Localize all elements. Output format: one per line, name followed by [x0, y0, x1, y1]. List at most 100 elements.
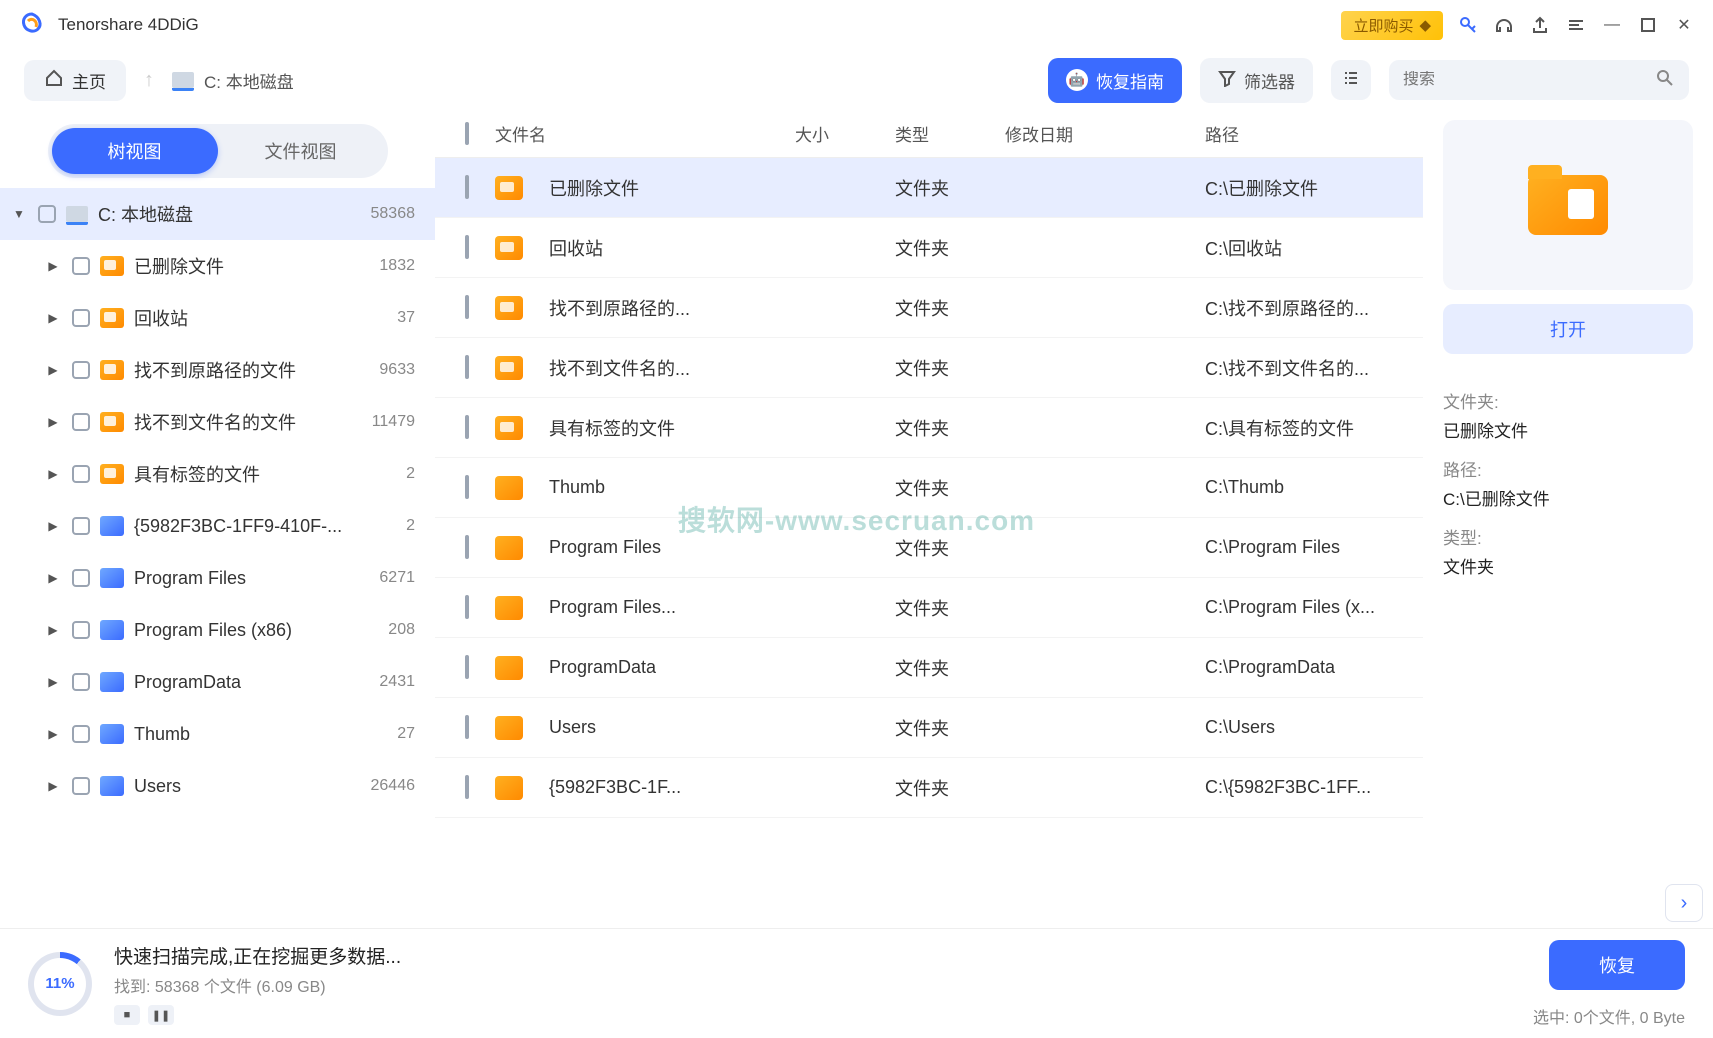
search-box[interactable] [1389, 60, 1689, 100]
tree-root[interactable]: ▼ C: 本地磁盘 58368 [0, 188, 435, 240]
pause-button[interactable]: ❚❚ [148, 1005, 174, 1025]
tree-item-count: 208 [388, 621, 415, 639]
checkbox[interactable] [72, 777, 90, 795]
checkbox[interactable] [72, 257, 90, 275]
view-mode-button[interactable] [1331, 60, 1371, 100]
home-button[interactable]: 主页 [24, 60, 126, 101]
chevron-right-icon[interactable]: ▶ [44, 311, 62, 325]
chevron-right-icon[interactable]: ▶ [44, 779, 62, 793]
chevron-right-icon[interactable]: ▶ [44, 519, 62, 533]
tree-item[interactable]: ▶具有标签的文件2 [0, 448, 435, 500]
chevron-down-icon[interactable]: ▼ [10, 207, 28, 221]
list-row[interactable]: ProgramData文件夹C:\ProgramData [435, 638, 1423, 698]
checkbox[interactable] [72, 465, 90, 483]
tree-item[interactable]: ▶找不到原路径的文件9633 [0, 344, 435, 396]
checkbox[interactable] [72, 569, 90, 587]
list-row[interactable]: Users文件夹C:\Users [435, 698, 1423, 758]
maximize-icon[interactable] [1637, 14, 1659, 36]
list-row[interactable]: Thumb文件夹C:\Thumb [435, 458, 1423, 518]
tab-file-view[interactable]: 文件视图 [218, 128, 384, 174]
checkbox[interactable] [465, 655, 469, 679]
checkbox[interactable] [38, 205, 56, 223]
checkbox[interactable] [465, 715, 469, 739]
tree-item[interactable]: ▶回收站37 [0, 292, 435, 344]
checkbox[interactable] [465, 535, 469, 559]
search-input[interactable] [1403, 71, 1645, 89]
chevron-right-icon[interactable]: ▶ [44, 467, 62, 481]
checkbox[interactable] [72, 621, 90, 639]
headphone-icon[interactable] [1493, 14, 1515, 36]
checkbox[interactable] [465, 235, 469, 259]
checkbox[interactable] [465, 595, 469, 619]
breadcrumb[interactable]: C: 本地磁盘 [172, 68, 294, 93]
row-type: 文件夹 [895, 775, 1005, 801]
tree-item-label: {5982F3BC-1FF9-410F-... [134, 516, 398, 537]
list-row[interactable]: Program Files文件夹C:\Program Files [435, 518, 1423, 578]
col-type[interactable]: 类型 [895, 121, 1005, 146]
menu-icon[interactable] [1565, 14, 1587, 36]
main-area: 搜软网-www.secruan.com 树视图 文件视图 ▼ C: 本地磁盘 5… [0, 110, 1713, 928]
key-icon[interactable] [1457, 14, 1479, 36]
tree-item[interactable]: ▶已删除文件1832 [0, 240, 435, 292]
checkbox[interactable] [465, 775, 469, 799]
list-row[interactable]: 找不到原路径的...文件夹C:\找不到原路径的... [435, 278, 1423, 338]
tree-item[interactable]: ▶Thumb27 [0, 708, 435, 760]
checkbox[interactable] [465, 175, 469, 199]
tree-item[interactable]: ▶ProgramData2431 [0, 656, 435, 708]
close-icon[interactable]: ✕ [1673, 14, 1695, 36]
checkbox-all[interactable] [465, 122, 469, 145]
recover-button[interactable]: 恢复 [1549, 940, 1685, 990]
checkbox[interactable] [465, 415, 469, 439]
checkbox[interactable] [72, 361, 90, 379]
recovery-guide-button[interactable]: 🤖 恢复指南 [1048, 58, 1182, 103]
checkbox[interactable] [72, 725, 90, 743]
open-button[interactable]: 打开 [1443, 304, 1693, 354]
tree-item[interactable]: ▶Users26446 [0, 760, 435, 812]
chevron-right-icon[interactable]: ▶ [44, 675, 62, 689]
progress-ring: 11% [28, 952, 92, 1016]
minimize-icon[interactable]: — [1601, 14, 1623, 36]
chevron-right-icon[interactable]: ▶ [44, 727, 62, 741]
list-row[interactable]: 具有标签的文件文件夹C:\具有标签的文件 [435, 398, 1423, 458]
tree-item[interactable]: ▶{5982F3BC-1FF9-410F-...2 [0, 500, 435, 552]
col-name[interactable]: 文件名 [495, 121, 795, 146]
tab-tree-view[interactable]: 树视图 [52, 128, 218, 174]
checkbox[interactable] [72, 673, 90, 691]
chevron-right-icon[interactable]: ▶ [44, 259, 62, 273]
checkbox[interactable] [465, 295, 469, 319]
col-size[interactable]: 大小 [795, 121, 895, 146]
folder-icon [495, 716, 523, 740]
list-row[interactable]: Program Files...文件夹C:\Program Files (x..… [435, 578, 1423, 638]
checkbox[interactable] [72, 309, 90, 327]
status-title: 快速扫描完成,正在挖掘更多数据... [114, 942, 401, 969]
filter-button[interactable]: 筛选器 [1200, 58, 1313, 103]
chevron-right-icon[interactable]: ▶ [44, 363, 62, 377]
tree-item[interactable]: ▶Program Files6271 [0, 552, 435, 604]
list-row[interactable]: {5982F3BC-1F...文件夹C:\{5982F3BC-1FF... [435, 758, 1423, 818]
folder-icon [495, 596, 523, 620]
share-icon[interactable] [1529, 14, 1551, 36]
chevron-right-icon[interactable]: ▶ [44, 415, 62, 429]
chevron-right-icon[interactable]: ▶ [44, 571, 62, 585]
up-arrow-icon[interactable]: ↑ [144, 69, 154, 92]
checkbox[interactable] [465, 355, 469, 379]
col-date[interactable]: 修改日期 [1005, 121, 1205, 146]
row-path: C:\已删除文件 [1205, 175, 1403, 201]
row-type: 文件夹 [895, 655, 1005, 681]
tree-item[interactable]: ▶找不到文件名的文件11479 [0, 396, 435, 448]
checkbox[interactable] [72, 413, 90, 431]
list-row[interactable]: 已删除文件文件夹C:\已删除文件 [435, 158, 1423, 218]
next-page-button[interactable]: › [1665, 884, 1703, 922]
tree-item[interactable]: ▶Program Files (x86)208 [0, 604, 435, 656]
search-icon[interactable] [1655, 68, 1675, 93]
buy-now-button[interactable]: 立即购买 ◆ [1341, 11, 1443, 40]
list-row[interactable]: 回收站文件夹C:\回收站 [435, 218, 1423, 278]
list-row[interactable]: 找不到文件名的...文件夹C:\找不到文件名的... [435, 338, 1423, 398]
chevron-right-icon[interactable]: ▶ [44, 623, 62, 637]
stop-button[interactable]: ■ [114, 1005, 140, 1025]
row-type: 文件夹 [895, 595, 1005, 621]
col-path[interactable]: 路径 [1205, 121, 1403, 146]
meta-path-value: C:\已删除文件 [1443, 485, 1693, 510]
checkbox[interactable] [465, 475, 469, 499]
checkbox[interactable] [72, 517, 90, 535]
